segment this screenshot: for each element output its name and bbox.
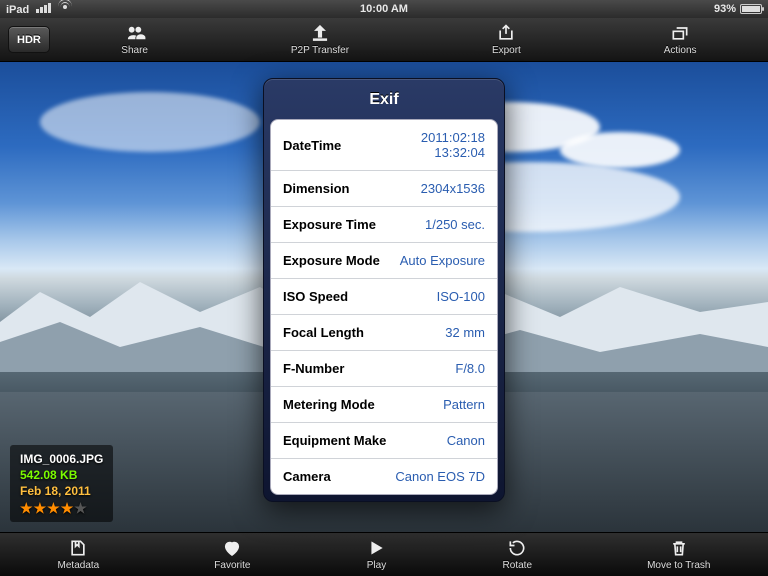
exif-row: Exposure Mode Auto Exposure bbox=[271, 243, 497, 279]
heart-icon bbox=[221, 538, 243, 558]
exif-row-label: Metering Mode bbox=[283, 397, 375, 412]
exif-row: F-Number F/8.0 bbox=[271, 351, 497, 387]
p2p-transfer-button[interactable]: P2P Transfer bbox=[281, 23, 359, 56]
exif-row-value: 2011:02:18 13:32:04 bbox=[374, 130, 485, 160]
star-icon: ★ bbox=[74, 500, 88, 516]
star-icon: ★ bbox=[20, 500, 34, 516]
exif-row: Focal Length 32 mm bbox=[271, 315, 497, 351]
exif-row-value: ISO-100 bbox=[437, 289, 485, 304]
exif-row-value: Canon EOS 7D bbox=[395, 469, 485, 484]
rotate-button[interactable]: Rotate bbox=[493, 538, 542, 571]
exif-row-label: Focal Length bbox=[283, 325, 364, 340]
actions-stack-icon bbox=[669, 23, 691, 43]
exif-row-value: Auto Exposure bbox=[400, 253, 485, 268]
exif-row: ISO Speed ISO-100 bbox=[271, 279, 497, 315]
transfer-up-icon bbox=[309, 23, 331, 43]
star-icon: ★ bbox=[61, 500, 75, 516]
export-icon bbox=[495, 23, 517, 43]
file-name: IMG_0006.JPG bbox=[20, 451, 103, 467]
hdr-button[interactable]: HDR bbox=[8, 26, 50, 53]
exif-title: Exif bbox=[270, 85, 498, 119]
exif-row-value: Canon bbox=[447, 433, 485, 448]
top-item-label: P2P Transfer bbox=[291, 45, 349, 56]
exif-row-label: F-Number bbox=[283, 361, 344, 376]
file-size: 542.08 KB bbox=[20, 467, 103, 483]
exif-row-label: Camera bbox=[283, 469, 331, 484]
rating-stars[interactable]: ★★★★★ bbox=[20, 499, 103, 518]
exif-row-value: 1/250 sec. bbox=[425, 217, 485, 232]
clock: 10:00 AM bbox=[0, 3, 768, 15]
exif-list[interactable]: DateTime 2011:02:18 13:32:04 Dimension 2304… bbox=[270, 119, 498, 495]
top-item-label: Share bbox=[121, 45, 148, 56]
exif-row: Dimension 2304x1536 bbox=[271, 171, 497, 207]
bottom-item-label: Metadata bbox=[58, 560, 100, 571]
exif-row: Camera Canon EOS 7D bbox=[271, 459, 497, 494]
favorite-button[interactable]: Favorite bbox=[204, 538, 260, 571]
exif-row-value: 32 mm bbox=[445, 325, 485, 340]
top-toolbar: HDR Share P2P Transfer Export Actions bbox=[0, 18, 768, 62]
share-icon bbox=[124, 23, 146, 43]
hdr-label: HDR bbox=[17, 34, 41, 46]
metadata-button[interactable]: Metadata bbox=[48, 538, 110, 571]
exif-row: Metering Mode Pattern bbox=[271, 387, 497, 423]
exif-row-value: Pattern bbox=[443, 397, 485, 412]
top-item-label: Export bbox=[492, 45, 521, 56]
share-button[interactable]: Share bbox=[111, 23, 158, 56]
rotate-icon bbox=[506, 538, 528, 558]
star-icon: ★ bbox=[34, 500, 48, 516]
play-icon bbox=[365, 538, 387, 558]
trash-icon bbox=[668, 538, 690, 558]
exif-row: DateTime 2011:02:18 13:32:04 bbox=[271, 120, 497, 171]
file-info-overlay: IMG_0006.JPG 542.08 KB Feb 18, 2011 ★★★★… bbox=[10, 445, 113, 522]
play-button[interactable]: Play bbox=[355, 538, 397, 571]
bottom-toolbar: Metadata Favorite Play Rotate Move to Tr… bbox=[0, 532, 768, 576]
file-date: Feb 18, 2011 bbox=[20, 483, 103, 499]
export-button[interactable]: Export bbox=[482, 23, 531, 56]
exif-row-label: Equipment Make bbox=[283, 433, 386, 448]
ios-status-bar: iPad 10:00 AM 93% bbox=[0, 0, 768, 18]
exif-row-label: Exposure Mode bbox=[283, 253, 380, 268]
exif-row-value: 2304x1536 bbox=[421, 181, 485, 196]
actions-button[interactable]: Actions bbox=[654, 23, 707, 56]
bottom-item-label: Move to Trash bbox=[647, 560, 710, 571]
bottom-item-label: Play bbox=[367, 560, 386, 571]
exif-row: Exposure Time 1/250 sec. bbox=[271, 207, 497, 243]
exif-row: Equipment Make Canon bbox=[271, 423, 497, 459]
exif-popover: Exif DateTime 2011:02:18 13:32:04 Dimensio… bbox=[263, 78, 505, 502]
exif-row-label: Exposure Time bbox=[283, 217, 376, 232]
battery-icon bbox=[740, 4, 762, 14]
exif-row-label: DateTime bbox=[283, 138, 341, 153]
star-icon: ★ bbox=[47, 500, 61, 516]
bottom-item-label: Rotate bbox=[503, 560, 532, 571]
exif-row-label: ISO Speed bbox=[283, 289, 348, 304]
exif-row-value: F/8.0 bbox=[455, 361, 485, 376]
metadata-icon bbox=[67, 538, 89, 558]
exif-row-label: Dimension bbox=[283, 181, 349, 196]
top-toolbar-items: Share P2P Transfer Export Actions bbox=[50, 18, 768, 61]
move-to-trash-button[interactable]: Move to Trash bbox=[637, 538, 720, 571]
top-item-label: Actions bbox=[664, 45, 697, 56]
bottom-item-label: Favorite bbox=[214, 560, 250, 571]
